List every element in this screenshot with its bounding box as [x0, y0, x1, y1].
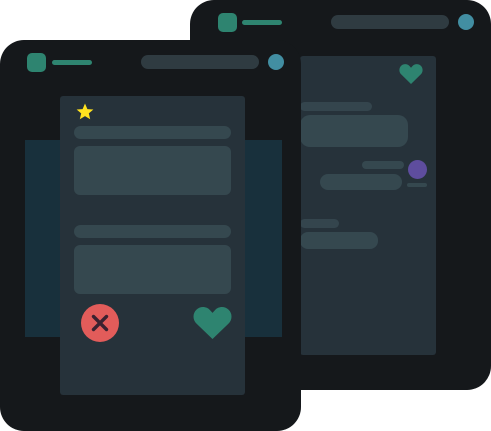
- section-title-placeholder: [74, 225, 231, 238]
- next-card: [245, 140, 282, 337]
- reject-button[interactable]: [81, 304, 119, 342]
- brand-placeholder: [52, 60, 92, 65]
- brand-placeholder: [242, 20, 282, 25]
- section-body-placeholder: [74, 245, 231, 294]
- profile-details-placeholder: [74, 146, 231, 195]
- like-button[interactable]: [192, 303, 233, 341]
- message-bubble: [300, 115, 408, 147]
- avatar-icon[interactable]: [458, 14, 474, 30]
- profile-name-placeholder: [74, 126, 231, 139]
- app-logo-icon: [218, 13, 237, 32]
- previous-card: [25, 140, 61, 337]
- app-logo-icon: [27, 53, 46, 72]
- chat-panel: [300, 56, 436, 355]
- search-bar[interactable]: [141, 55, 259, 69]
- avatar-icon[interactable]: [268, 54, 284, 70]
- message-bubble: [320, 174, 402, 190]
- star-icon[interactable]: [75, 102, 95, 122]
- message-meta-bar: [300, 219, 339, 228]
- search-bar[interactable]: [331, 15, 449, 29]
- message-meta-bar: [362, 161, 404, 169]
- message-meta-bar: [300, 102, 372, 111]
- avatar-icon: [408, 160, 427, 179]
- heart-icon: [193, 307, 232, 339]
- timestamp-bar: [407, 183, 427, 187]
- close-icon: [91, 314, 109, 332]
- message-bubble: [300, 232, 378, 249]
- illustration: [0, 0, 491, 431]
- heart-icon: [399, 64, 423, 84]
